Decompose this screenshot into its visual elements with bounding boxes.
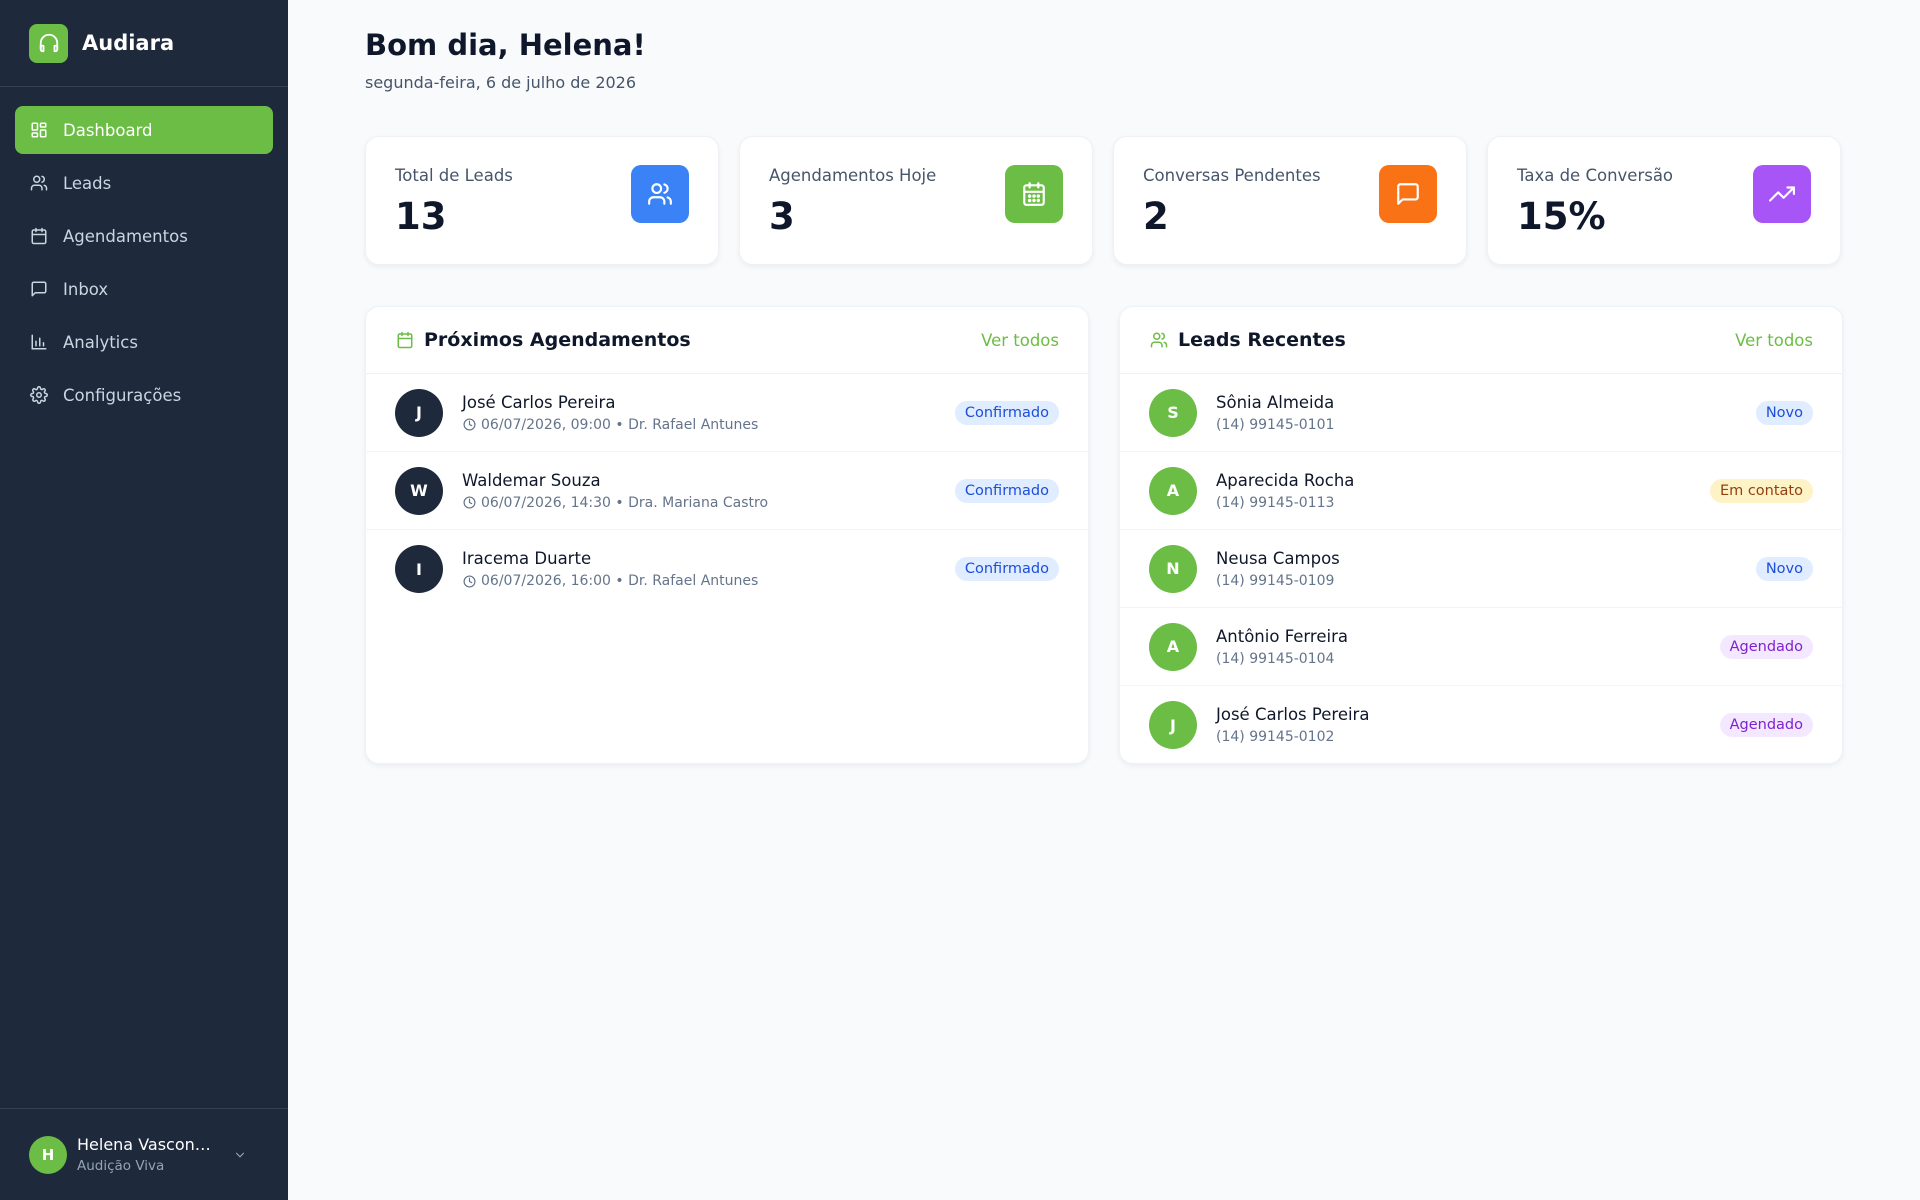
message-icon <box>1379 165 1437 223</box>
list-item[interactable]: A Antônio Ferreira (14) 99145-0104 Agend… <box>1120 608 1842 686</box>
user-org: Audição Viva <box>77 1158 165 1174</box>
headphones-icon <box>29 23 68 63</box>
patient-name: Iracema Duarte <box>462 549 592 568</box>
stat-card-total-leads: Total de Leads 13 <box>365 136 719 265</box>
bar-chart-icon <box>29 332 49 352</box>
lead-phone: (14) 99145-0101 <box>1216 416 1335 433</box>
list-item[interactable]: W Waldemar Souza 06/07/2026, 14:30 • Dra… <box>366 452 1088 530</box>
status-badge: Novo <box>1755 400 1813 425</box>
status-badge: Em contato <box>1709 478 1813 503</box>
appointments-panel: Próximos Agendamentos Ver todos J José C… <box>365 306 1089 764</box>
list-item[interactable]: J José Carlos Pereira 06/07/2026, 09:00 … <box>366 374 1088 452</box>
stat-label: Taxa de Conversão <box>1517 166 1674 185</box>
stat-card-agendamentos-hoje: Agendamentos Hoje 3 <box>739 136 1093 265</box>
sidebar-item-label: Analytics <box>63 332 138 352</box>
avatar: J <box>1149 701 1197 749</box>
panel-title: Próximos Agendamentos <box>424 329 691 351</box>
status-badge: Confirmado <box>954 557 1059 581</box>
sidebar-item-leads[interactable]: Leads <box>15 159 273 207</box>
status-badge: Confirmado <box>954 478 1059 503</box>
avatar: W <box>395 466 443 515</box>
sidebar-item-inbox[interactable]: Inbox <box>15 265 273 313</box>
current-date: segunda-feira, 6 de julho de 2026 <box>365 73 637 92</box>
sidebar-item-dashboard[interactable]: Dashboard <box>15 106 273 154</box>
view-all-link[interactable]: Ver todos <box>981 331 1059 350</box>
chevron-down-icon[interactable] <box>232 1147 248 1163</box>
clock-icon <box>462 496 476 510</box>
avatar: I <box>395 545 443 593</box>
clock-icon <box>462 574 476 588</box>
clock-icon <box>462 418 476 432</box>
list-item[interactable]: J José Carlos Pereira (14) 99145-0102 Ag… <box>1120 686 1842 764</box>
sidebar-item-label: Agendamentos <box>63 226 188 246</box>
lead-name: Neusa Campos <box>1216 548 1340 568</box>
stat-label: Conversas Pendentes <box>1143 166 1321 185</box>
sidebar: Audiara Dashboard Leads Agendamentos Inb… <box>0 0 288 1200</box>
users-icon <box>631 165 689 223</box>
patient-name: Waldemar Souza <box>462 470 601 490</box>
dashboard-icon <box>29 120 49 140</box>
lead-name: Aparecida Rocha <box>1216 470 1355 490</box>
lead-phone: (14) 99145-0104 <box>1216 650 1335 667</box>
lead-name: José Carlos Pereira <box>1216 705 1370 724</box>
main-content: Bom dia, Helena! segunda-feira, 6 de jul… <box>288 0 1920 1200</box>
status-badge: Agendado <box>1719 713 1813 737</box>
message-icon <box>29 279 49 299</box>
stat-value: 3 <box>769 195 795 238</box>
status-badge: Agendado <box>1719 634 1813 659</box>
user-menu[interactable]: H Helena Vasconc... Audição Viva <box>0 1108 288 1200</box>
sidebar-item-label: Leads <box>63 173 112 193</box>
list-item[interactable]: I Iracema Duarte 06/07/2026, 16:00 • Dr.… <box>366 530 1088 608</box>
stat-card-taxa-conversao: Taxa de Conversão 15% <box>1487 136 1841 265</box>
list-item[interactable]: N Neusa Campos (14) 99145-0109 Novo <box>1120 530 1842 608</box>
avatar: N <box>1149 544 1197 593</box>
lead-phone: (14) 99145-0109 <box>1216 572 1335 589</box>
lead-phone: (14) 99145-0113 <box>1216 494 1335 511</box>
sidebar-item-agendamentos[interactable]: Agendamentos <box>15 212 273 260</box>
calendar-icon <box>395 330 415 350</box>
avatar: A <box>1149 466 1197 515</box>
calendar-icon <box>29 226 49 246</box>
sidebar-item-analytics[interactable]: Analytics <box>15 318 273 366</box>
sidebar-item-configuracoes[interactable]: Configurações <box>15 371 273 419</box>
brand[interactable]: Audiara <box>0 0 288 87</box>
panel-title: Leads Recentes <box>1178 329 1346 351</box>
sidebar-item-label: Inbox <box>63 279 109 299</box>
view-all-link[interactable]: Ver todos <box>1735 331 1813 350</box>
list-item[interactable]: A Aparecida Rocha (14) 99145-0113 Em con… <box>1120 452 1842 530</box>
sidebar-nav: Dashboard Leads Agendamentos Inbox Analy… <box>0 87 288 424</box>
trending-up-icon <box>1753 165 1811 223</box>
stat-value: 13 <box>395 195 447 238</box>
recent-leads-panel: Leads Recentes Ver todos S Sônia Almeida… <box>1119 306 1843 764</box>
sidebar-item-label: Configurações <box>63 385 182 405</box>
stat-card-conversas-pendentes: Conversas Pendentes 2 <box>1113 136 1467 265</box>
stat-label: Agendamentos Hoje <box>769 166 937 185</box>
brand-name: Audiara <box>82 31 175 55</box>
lead-phone: (14) 99145-0102 <box>1216 729 1335 745</box>
page-title: Bom dia, Helena! <box>365 28 646 62</box>
stat-label: Total de Leads <box>395 166 513 185</box>
appointment-detail: 06/07/2026, 16:00 • Dr. Rafael Antunes <box>481 573 759 589</box>
lead-name: Sônia Almeida <box>1216 392 1335 412</box>
status-badge: Novo <box>1755 556 1813 581</box>
sidebar-item-label: Dashboard <box>63 120 153 140</box>
appointment-detail: 06/07/2026, 09:00 • Dr. Rafael Antunes <box>481 416 759 433</box>
stat-value: 15% <box>1517 195 1606 238</box>
avatar: J <box>395 388 443 437</box>
user-name: Helena Vasconc... <box>77 1135 217 1154</box>
status-badge: Confirmado <box>954 400 1059 425</box>
users-icon <box>1149 330 1169 350</box>
avatar: H <box>29 1135 67 1174</box>
users-icon <box>29 173 49 193</box>
appointment-detail: 06/07/2026, 14:30 • Dra. Mariana Castro <box>481 494 769 511</box>
stat-value: 2 <box>1143 195 1169 238</box>
gear-icon <box>29 385 49 405</box>
patient-name: José Carlos Pereira <box>462 392 616 412</box>
lead-name: Antônio Ferreira <box>1216 626 1348 646</box>
calendar-icon <box>1005 165 1063 223</box>
avatar: S <box>1149 388 1197 437</box>
avatar: A <box>1149 622 1197 671</box>
list-item[interactable]: S Sônia Almeida (14) 99145-0101 Novo <box>1120 374 1842 452</box>
